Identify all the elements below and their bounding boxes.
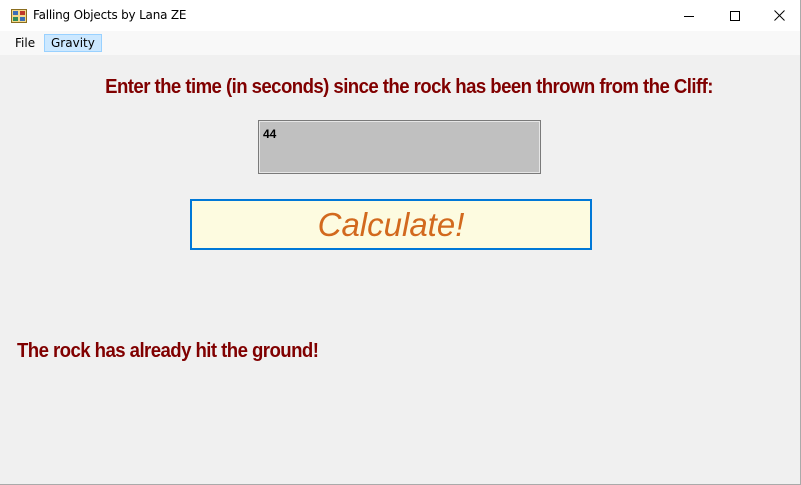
calculate-button[interactable]: Calculate! <box>190 199 592 250</box>
maximize-button[interactable] <box>712 0 758 31</box>
app-icon <box>11 8 27 23</box>
time-input[interactable]: 44 <box>258 120 541 174</box>
title-bar[interactable]: Falling Objects by Lana ZE <box>0 0 800 31</box>
close-icon <box>773 6 785 25</box>
menu-bar: File Gravity <box>0 31 800 55</box>
maximize-icon <box>730 6 740 25</box>
close-button[interactable] <box>756 0 800 31</box>
menu-gravity[interactable]: Gravity <box>44 34 102 52</box>
result-label: The rock has already hit the ground! <box>17 340 319 362</box>
time-prompt-label: Enter the time (in seconds) since the ro… <box>105 76 713 98</box>
minimize-icon <box>684 6 694 25</box>
window-title: Falling Objects by Lana ZE <box>33 8 187 22</box>
minimize-button[interactable] <box>666 0 712 31</box>
app-window: Falling Objects by Lana ZE File Gravity … <box>0 0 801 485</box>
menu-file[interactable]: File <box>9 34 41 52</box>
